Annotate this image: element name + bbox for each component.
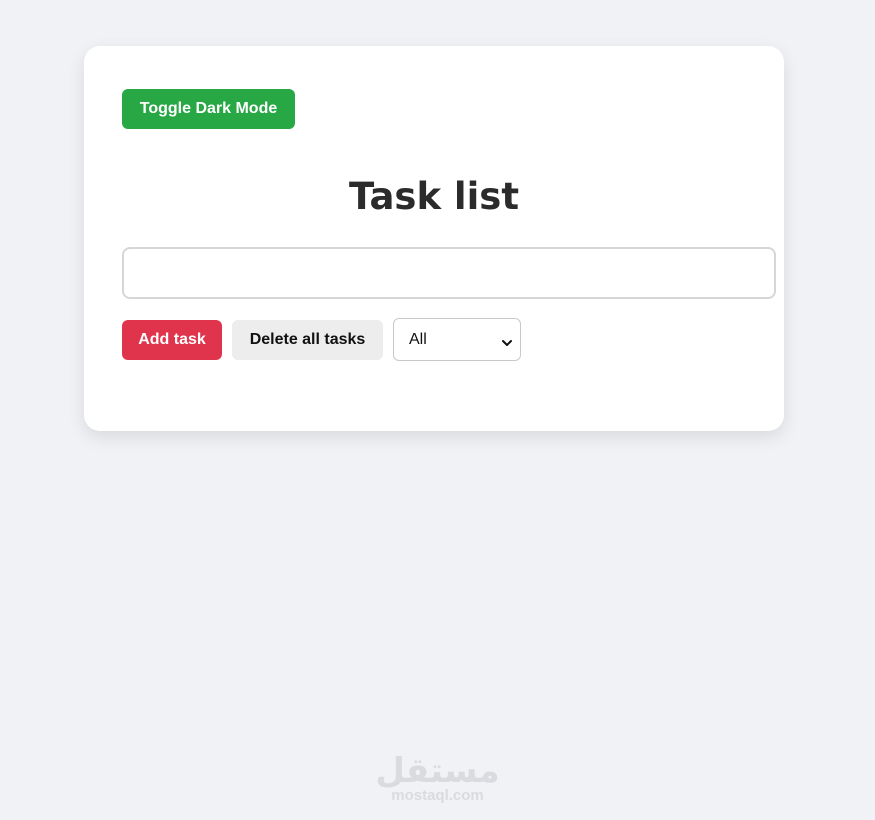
watermark-url: mostaql.com [391, 787, 484, 804]
delete-all-tasks-button[interactable]: Delete all tasks [232, 320, 383, 360]
watermark: مستقل mostaql.com [0, 752, 875, 804]
filter-selected-value: All [409, 330, 427, 348]
task-input[interactable] [122, 247, 776, 299]
toggle-dark-mode-button[interactable]: Toggle Dark Mode [122, 89, 295, 129]
page: Toggle Dark Mode Task list Add task Dele… [0, 0, 875, 820]
task-card: Toggle Dark Mode Task list Add task Dele… [84, 46, 784, 431]
filter-select[interactable]: All [393, 318, 521, 361]
chevron-down-icon [502, 335, 512, 346]
add-task-button[interactable]: Add task [122, 320, 222, 360]
watermark-logo: مستقل [375, 751, 500, 791]
page-title: Task list [348, 175, 520, 218]
